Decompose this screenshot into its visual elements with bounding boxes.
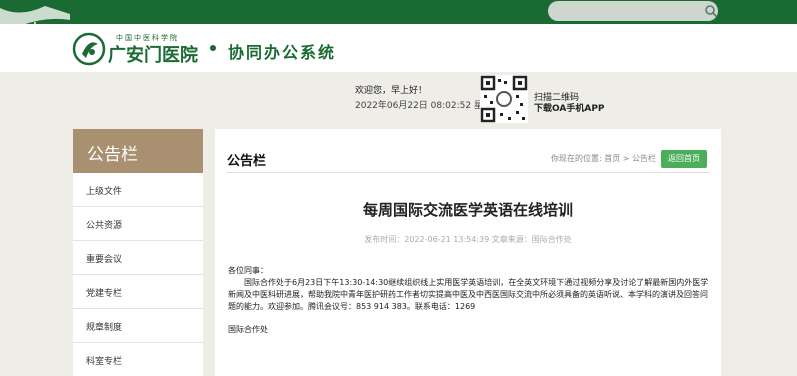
sidebar-item-label: 上级文件 bbox=[86, 187, 123, 197]
sidebar-item-label: 规章制度 bbox=[86, 323, 123, 333]
search-icon[interactable] bbox=[704, 4, 718, 18]
welcome-greeting: 欢迎您，早上好！ bbox=[355, 86, 428, 96]
sidebar-item-party-building[interactable]: 党建专栏 bbox=[73, 275, 203, 309]
sidebar-header: 公告栏 bbox=[73, 129, 203, 173]
title-separator-dot bbox=[210, 45, 216, 51]
qr-caption-download: 下载OA手机APP bbox=[534, 104, 605, 114]
sidebar-item-important-meetings[interactable]: 重要会议 bbox=[73, 241, 203, 275]
sidebar-item-public-resources[interactable]: 公共资源 bbox=[73, 207, 203, 241]
back-to-home-button[interactable]: 返回首页 bbox=[661, 150, 707, 168]
sidebar-item-label: 党建专栏 bbox=[86, 289, 123, 299]
sidebar-item-label: 公共资源 bbox=[86, 221, 123, 231]
divider bbox=[227, 172, 709, 173]
breadcrumb-home-link[interactable]: 首页 bbox=[604, 154, 620, 163]
sidebar-title: 公告栏 bbox=[87, 145, 138, 165]
sidebar-item-label: 重要会议 bbox=[86, 255, 123, 265]
sidebar: 公告栏 上级文件 公共资源 重要会议 党建专栏 规章制度 科室专栏 bbox=[73, 129, 203, 376]
search-input[interactable] bbox=[548, 1, 718, 21]
sidebar-item-label: 科室专栏 bbox=[86, 357, 123, 367]
content-panel: 公告栏 你现在的位置: 首页 > 公告栏 返回首页 每周国际交流医学英语在线培训… bbox=[215, 129, 721, 376]
breadcrumb-prefix: 你现在的位置: bbox=[551, 154, 602, 163]
article-signoff: 国际合作处 bbox=[228, 325, 268, 334]
sidebar-item-regulations[interactable]: 规章制度 bbox=[73, 309, 203, 343]
sidebar-item-superior-documents[interactable]: 上级文件 bbox=[73, 173, 203, 207]
article-body: 国际合作处于6月23日下午13:30-14:30继续组织线上实用医学英语培训，在… bbox=[228, 278, 709, 311]
breadcrumb: 你现在的位置: 首页 > 公告栏 bbox=[551, 153, 656, 164]
article-title: 每周国际交流医学英语在线培训 bbox=[362, 201, 573, 219]
qr-code-icon bbox=[480, 75, 528, 123]
breadcrumb-current: 公告栏 bbox=[632, 154, 657, 163]
hospital-name[interactable]: 广安门医院 bbox=[108, 41, 198, 67]
content-title: 公告栏 bbox=[227, 154, 267, 169]
article-meta: 发布时间：2022-06-21 13:54:39 文章来源：国际合作处 bbox=[364, 235, 572, 244]
sidebar-item-department-column[interactable]: 科室专栏 bbox=[73, 343, 203, 376]
breadcrumb-separator: > bbox=[622, 154, 630, 163]
system-title: 协同办公系统 bbox=[228, 43, 337, 62]
hospital-logo-icon bbox=[72, 32, 106, 66]
article-greeting: 各位同事： bbox=[228, 266, 268, 275]
